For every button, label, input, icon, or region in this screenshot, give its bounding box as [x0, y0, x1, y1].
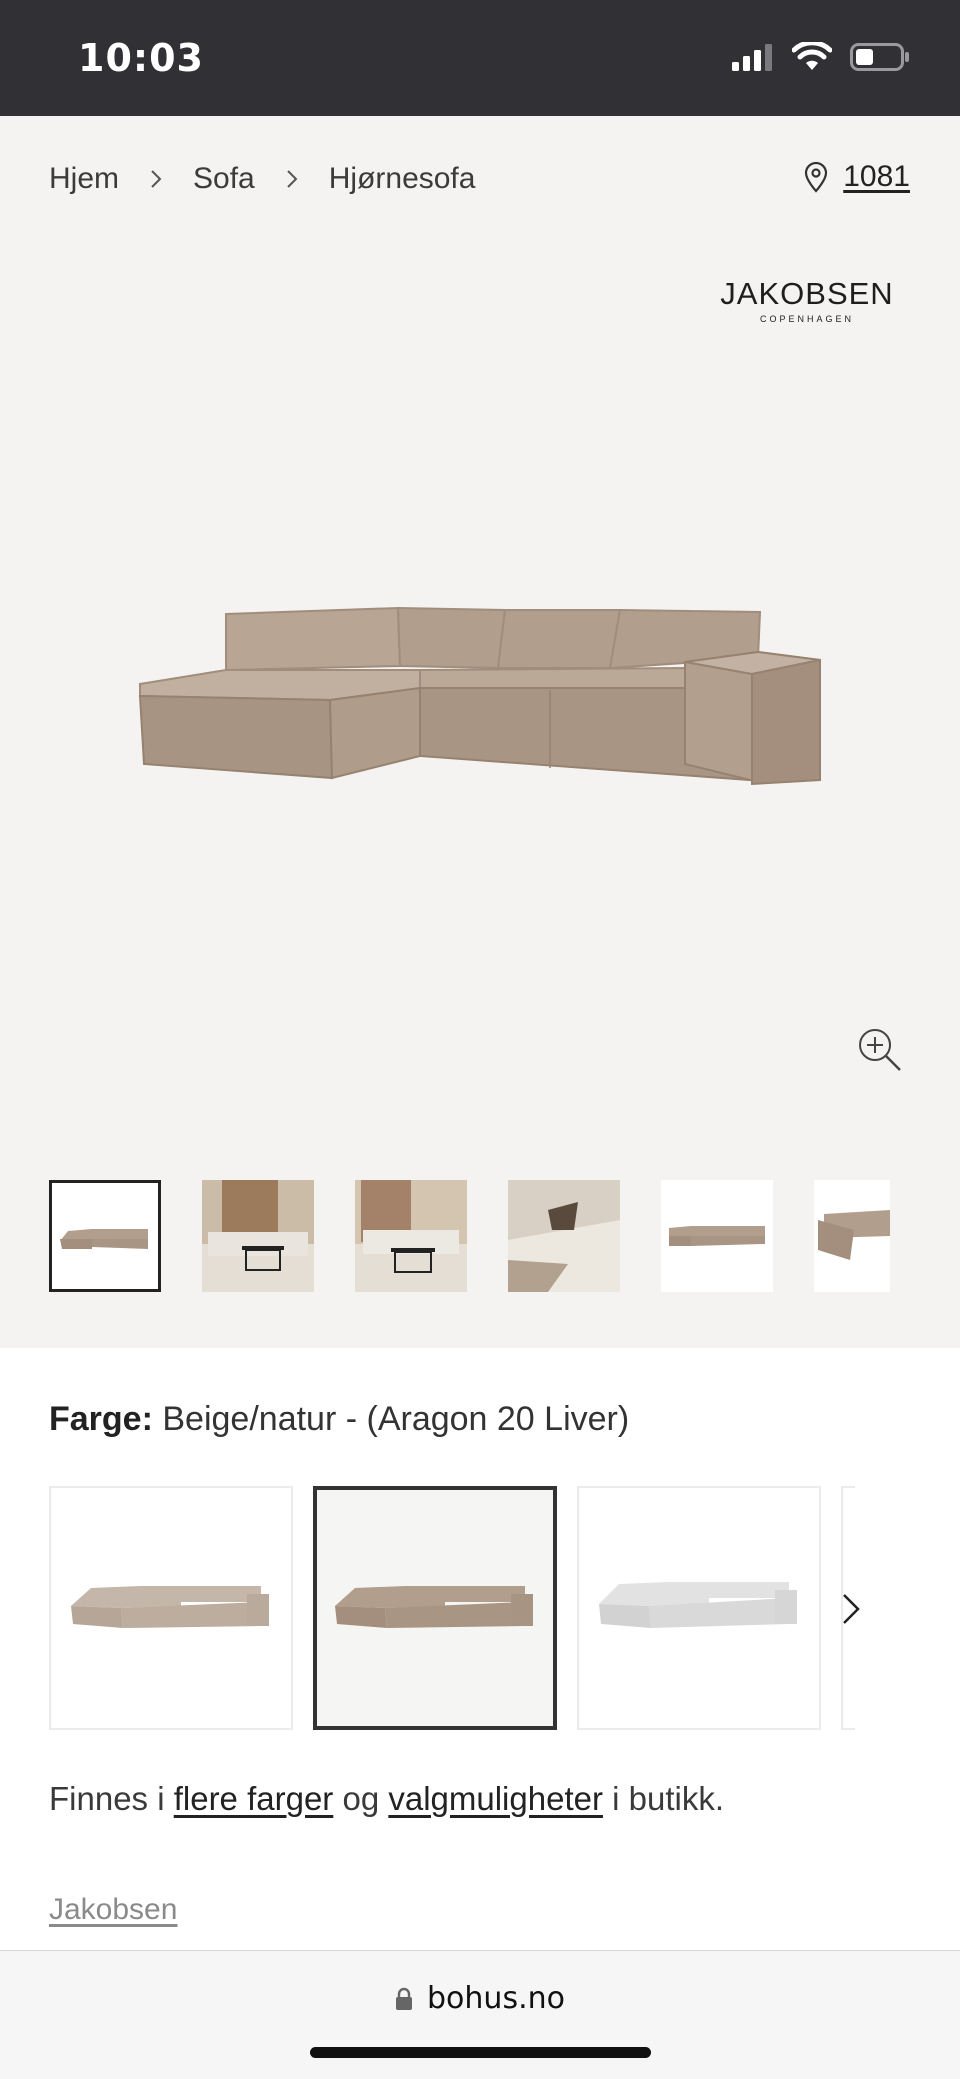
battery-icon [850, 43, 909, 71]
availability-suffix: i butikk. [602, 1780, 725, 1817]
signal-icon [732, 44, 772, 71]
thumbnail-6[interactable] [814, 1180, 890, 1292]
brand-logo-tagline: COPENHAGEN [759, 314, 854, 324]
zoom-in-icon [859, 1029, 901, 1071]
color-swatch-2-selected[interactable] [313, 1486, 557, 1730]
availability-prefix: Finnes i [49, 1780, 174, 1817]
thumbnail-3[interactable] [355, 1180, 467, 1292]
home-indicator[interactable] [310, 2047, 651, 2058]
zoom-button[interactable] [856, 1026, 904, 1079]
thumbnail-5[interactable] [661, 1180, 773, 1292]
thumbnail-strip [49, 1180, 890, 1292]
color-selection-label: Farge: Beige/natur - (Aragon 20 Liver) [49, 1400, 629, 1439]
thumbnail-2[interactable] [202, 1180, 314, 1292]
url-text: bohus.no [427, 1981, 565, 2016]
availability-middle: og [333, 1780, 389, 1817]
store-number[interactable]: 1081 [843, 160, 910, 194]
brand-link[interactable]: Jakobsen [49, 1893, 177, 1927]
thumbnail-4[interactable] [508, 1180, 620, 1292]
status-icons [730, 42, 910, 72]
breadcrumb-corner-sofa[interactable]: Hjørnesofa [329, 162, 476, 196]
status-time: 10:03 [78, 36, 204, 80]
color-swatch-3[interactable] [577, 1486, 821, 1730]
product-main-image[interactable] [130, 596, 830, 796]
location-pin-icon [805, 161, 828, 193]
chevron-right-icon [285, 168, 299, 190]
status-bar: 10:03 [0, 0, 960, 116]
swatches-next-button[interactable] [840, 1592, 862, 1631]
lock-icon [396, 1987, 413, 2010]
chevron-right-icon [843, 1594, 860, 1624]
breadcrumb-sofa[interactable]: Sofa [193, 162, 255, 196]
more-colors-link[interactable]: flere farger [174, 1780, 334, 1817]
brand-logo-name: JAKOBSEN [720, 276, 894, 311]
store-selector[interactable]: 1081 [803, 160, 910, 194]
address-bar[interactable]: bohus.no [0, 1981, 960, 2016]
breadcrumb: Hjem Sofa Hjørnesofa [49, 162, 475, 196]
brand-logo: JAKOBSEN COPENHAGEN [716, 276, 898, 324]
availability-text: Finnes i flere farger og valgmuligheter … [49, 1780, 724, 1818]
browser-bar: bohus.no [0, 1950, 960, 2079]
color-swatches [49, 1486, 855, 1730]
thumbnail-1[interactable] [49, 1180, 161, 1292]
color-label: Farge: [49, 1400, 153, 1438]
chevron-right-icon [149, 168, 163, 190]
breadcrumb-home[interactable]: Hjem [49, 162, 119, 196]
color-swatch-1[interactable] [49, 1486, 293, 1730]
options-link[interactable]: valgmuligheter [388, 1780, 603, 1817]
wifi-icon [792, 42, 832, 70]
color-value: Beige/natur - (Aragon 20 Liver) [162, 1400, 630, 1438]
